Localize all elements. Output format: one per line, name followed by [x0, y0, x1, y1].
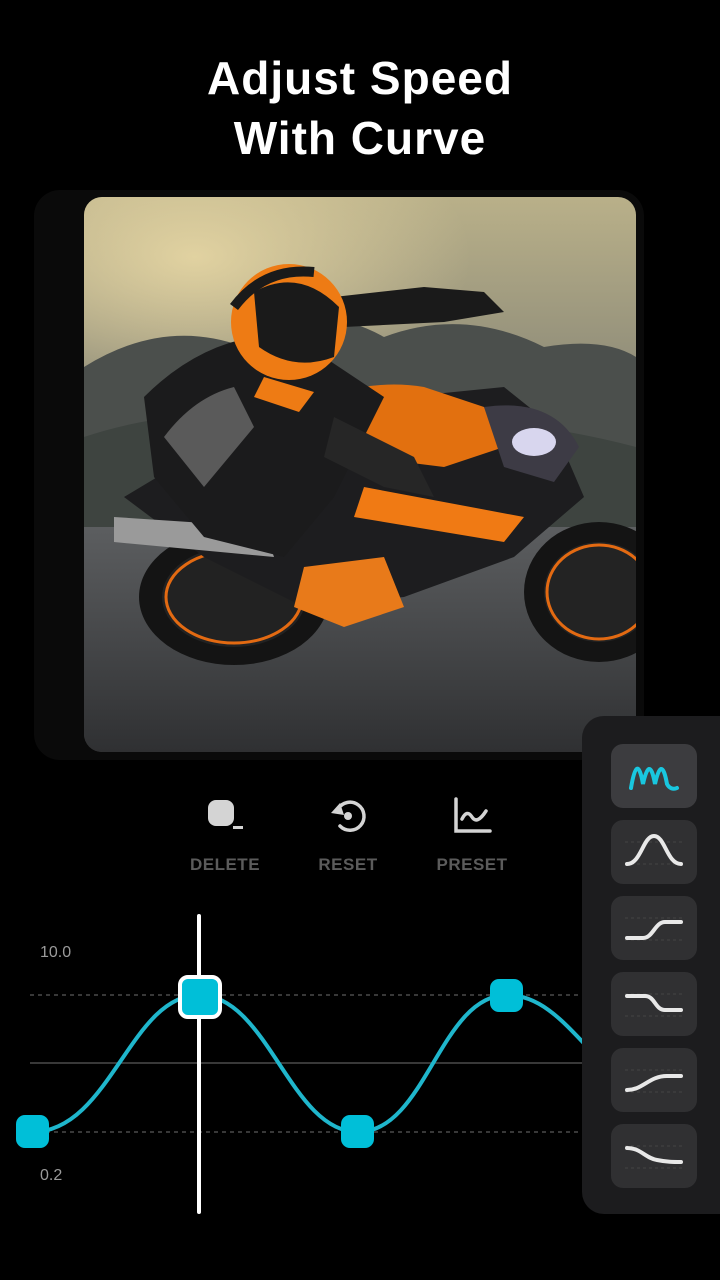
playhead[interactable] [197, 914, 201, 1214]
preset-label: PRESET [436, 855, 508, 874]
headline-line-2: With Curve [233, 112, 487, 164]
motorcycle-photo [84, 197, 636, 752]
reset-label: RESET [318, 855, 378, 874]
delete-button[interactable]: DELETE [165, 795, 285, 875]
headline: Adjust Speed With Curve [0, 48, 720, 168]
curve-point-2-selected[interactable] [178, 975, 222, 1019]
speed-curve-graph [30, 992, 602, 1135]
video-preview[interactable] [84, 197, 636, 752]
flash-in-curve-icon [625, 993, 683, 1017]
preset-hero[interactable] [611, 820, 697, 884]
bullet-curve-icon [625, 1145, 683, 1169]
curve-point-1[interactable] [16, 1115, 49, 1148]
headline-line-1: Adjust Speed [207, 52, 513, 104]
delete-label: DELETE [189, 855, 261, 874]
reset-button[interactable]: RESET [288, 795, 408, 875]
curve-point-4[interactable] [490, 979, 523, 1012]
preset-chart-icon [454, 797, 492, 833]
preset-button[interactable]: PRESET [412, 795, 532, 875]
hero-curve-icon [625, 833, 683, 866]
preset-jump-cut[interactable] [611, 896, 697, 960]
preset-montage[interactable] [611, 744, 697, 808]
preset-flash-out[interactable] [611, 1048, 697, 1112]
delete-keyframe-icon [208, 800, 243, 829]
flash-out-curve-icon [625, 1069, 683, 1093]
preset-flash-in[interactable] [611, 972, 697, 1036]
speed-curve-editor[interactable] [0, 900, 602, 1230]
preset-bullet[interactable] [611, 1124, 697, 1188]
reset-icon [331, 800, 366, 832]
curve-point-3[interactable] [341, 1115, 374, 1148]
montage-curve-icon [629, 766, 679, 791]
curve-preset-panel [582, 716, 720, 1214]
jump-cut-curve-icon [625, 917, 683, 941]
